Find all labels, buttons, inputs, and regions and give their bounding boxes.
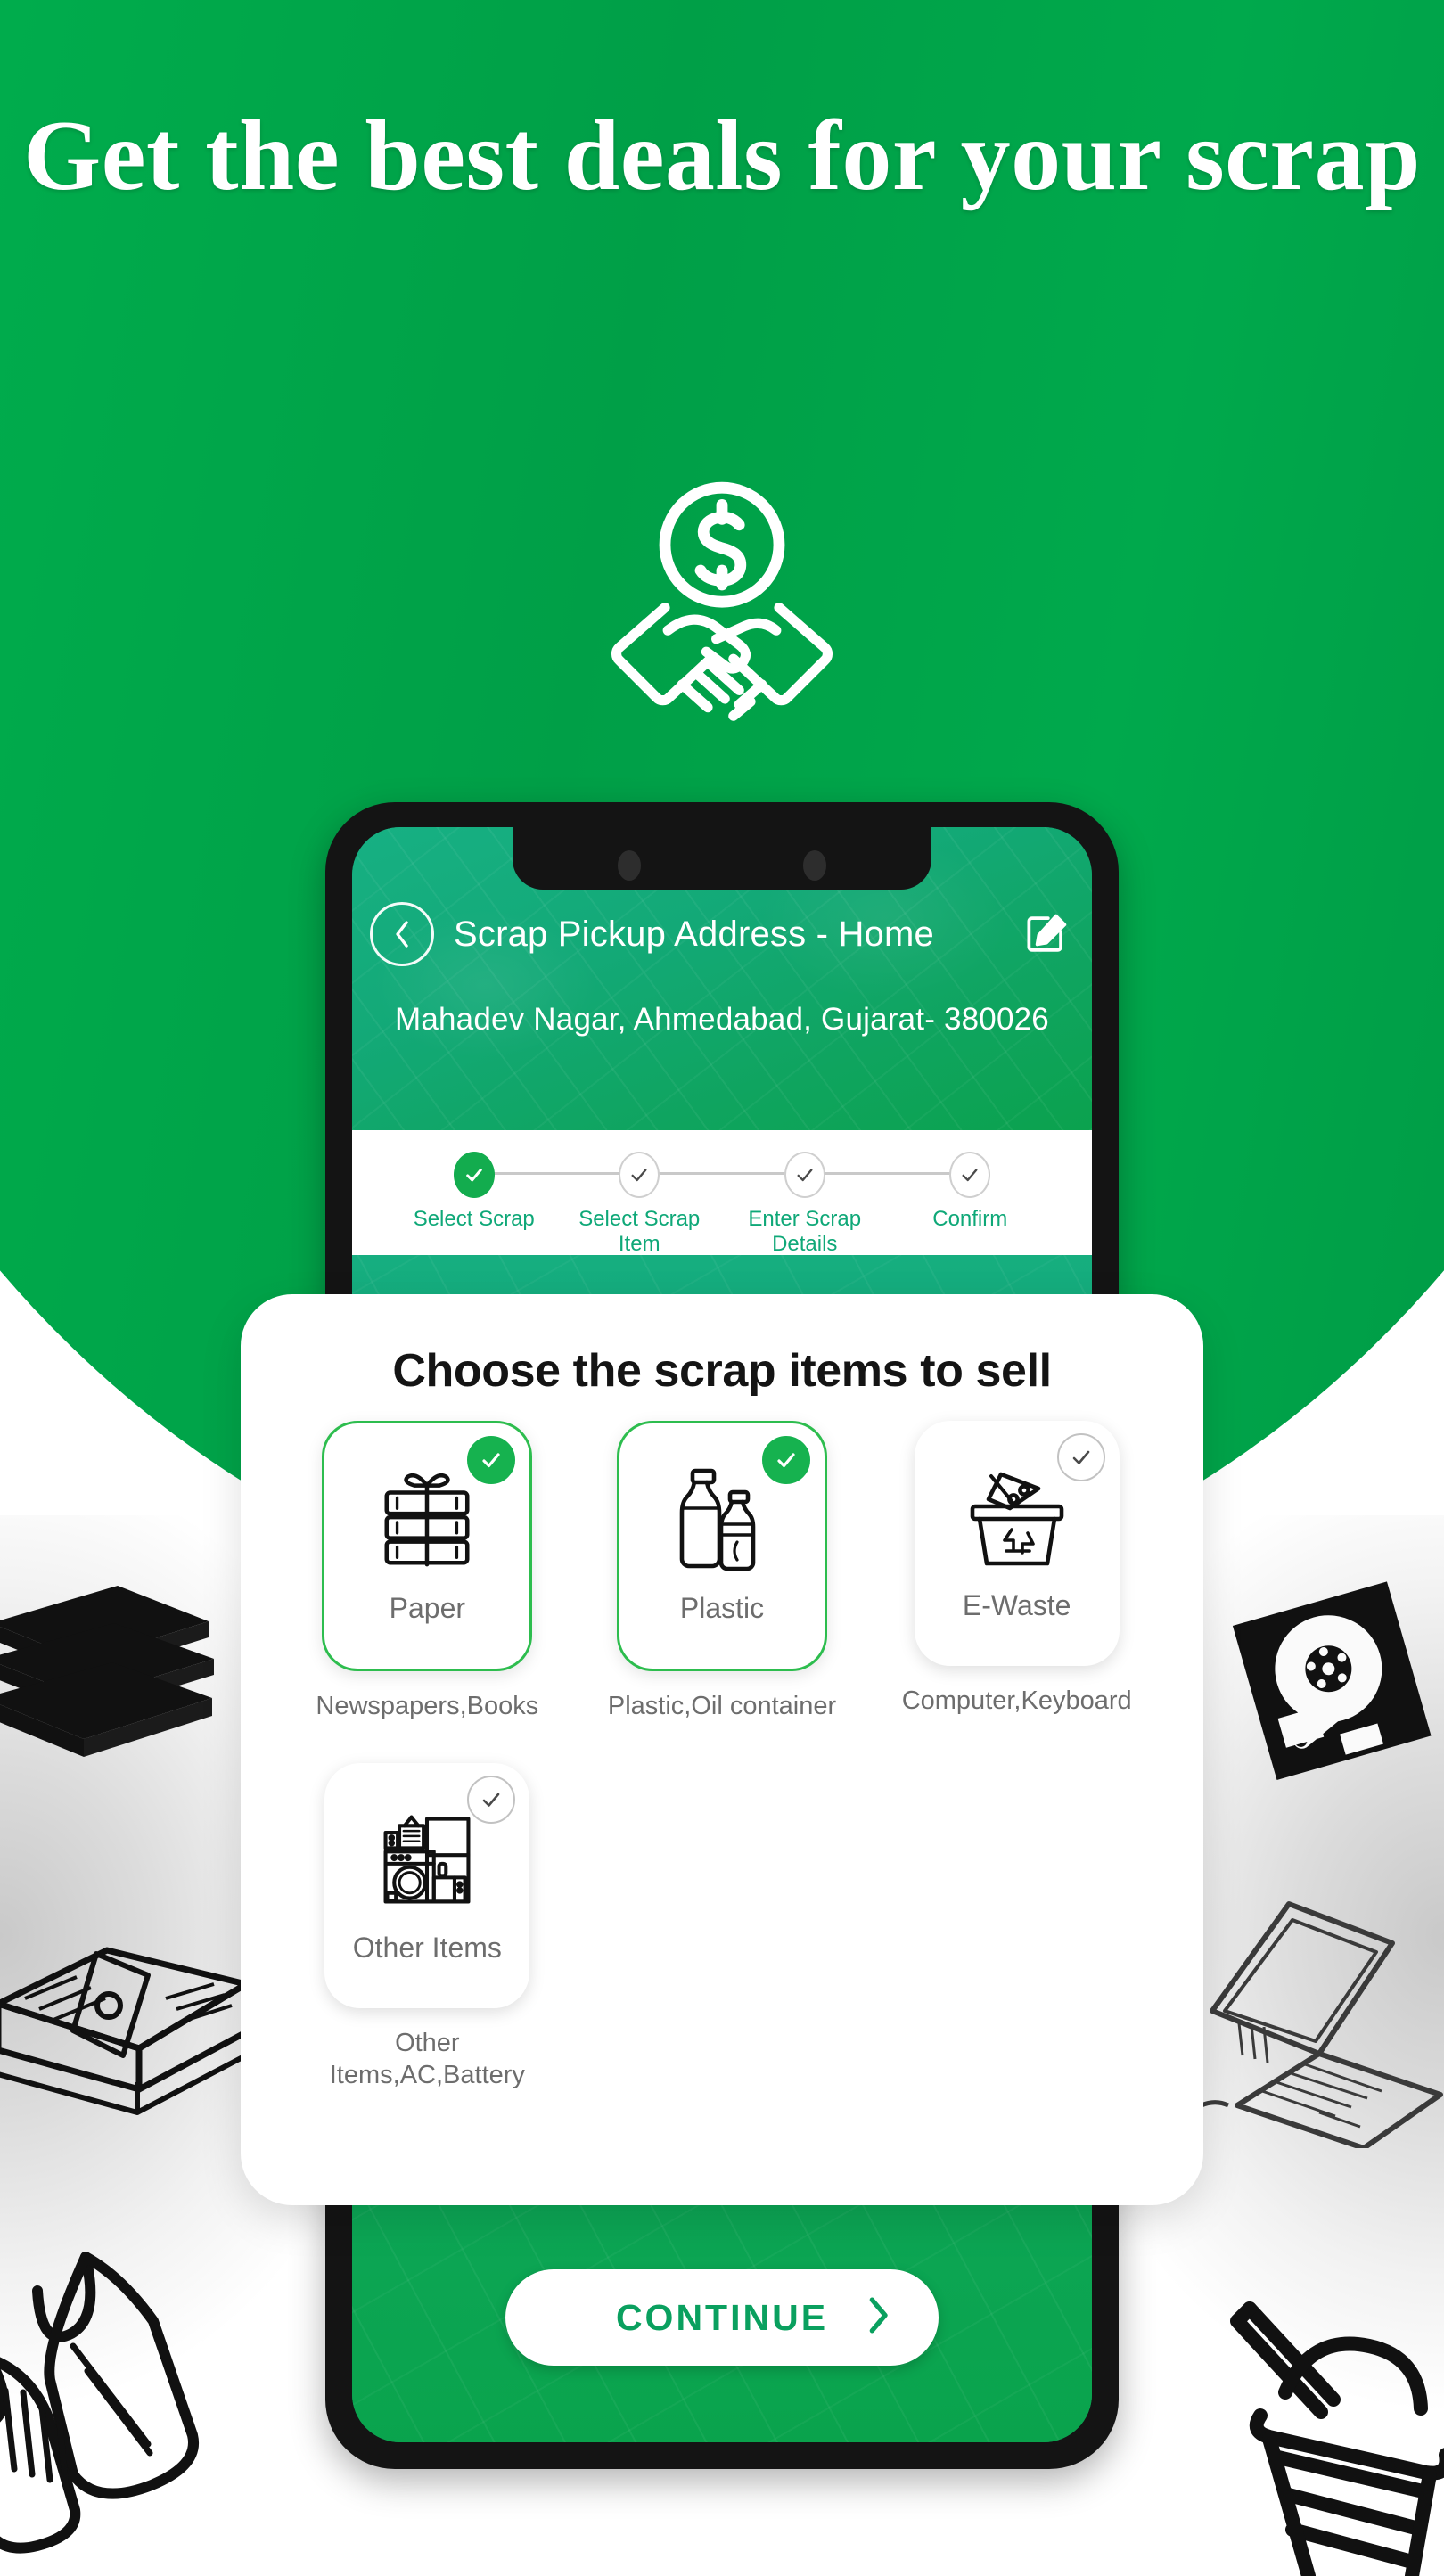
chevron-left-icon [396,921,408,948]
plastic-cup-illustration [1228,2282,1444,2576]
ewaste-bin-icon [962,1459,1072,1577]
stacked-books-icon [374,1462,480,1579]
appliances-icon [373,1801,480,1919]
scrap-item-grid-row-2: Other Items Other Items,AC,Battery [241,1722,1203,2091]
plastic-bottles-icon [673,1462,771,1579]
plastic-bags-illustration [0,2202,255,2558]
scrap-item-card-paper[interactable]: Paper [322,1421,533,1671]
selection-badge[interactable] [1056,1433,1105,1481]
stepper-step-confirm[interactable]: Confirm [888,1152,1054,1256]
scrap-item-cell: Paper Newspapers,Books [280,1421,575,1722]
progress-stepper: Select Scrap Select Scrap Item Enter Scr… [352,1130,1092,1256]
scrap-item-name: E-Waste [962,1589,1071,1621]
scrap-item-bottom-sheet: Choose the scrap items to sell Paper New… [241,1294,1203,2205]
sheet-title: Choose the scrap items to sell [392,1345,1052,1397]
check-icon [465,1169,482,1182]
scrap-item-cell-empty [575,1763,870,2091]
check-icon [631,1169,647,1182]
step-bubble [619,1152,660,1198]
selected-badge[interactable] [467,1436,516,1484]
continue-button-label: CONTINUE [615,2296,829,2338]
scrap-item-name: Other Items [352,1932,502,1965]
check-icon [482,1453,500,1468]
handshake-dollar-icon [575,471,869,756]
page-title: Get the best deals for your scrap [23,101,1421,211]
check-icon [483,1793,500,1808]
stepper-step-enter-scrap-details[interactable]: Enter Scrap Details [722,1152,888,1256]
scrap-item-subtitle: Newspapers,Books [316,1692,539,1720]
pickup-address: Mahadev Nagar, Ahmedabad, Gujarat- 38002… [395,1002,1049,1037]
step-label: Enter Scrap Details [748,1207,862,1256]
stepper-step-select-scrap-item[interactable]: Select Scrap Item [557,1152,723,1256]
edit-address-button[interactable] [1024,912,1069,956]
stacked-books-illustration [0,1573,225,1778]
chevron-right-icon [864,2295,892,2341]
scrap-item-subtitle: Plastic,Oil container [607,1692,837,1720]
continue-button-container: CONTINUE [352,2269,1092,2366]
step-bubble [949,1152,991,1198]
check-icon [797,1169,813,1182]
scrap-item-name: Paper [389,1592,466,1624]
step-bubble [453,1152,495,1198]
floppy-disk-illustration [1219,1569,1442,1792]
step-label: Select Scrap Item [578,1207,701,1256]
phone-notch [513,827,931,890]
scrap-item-cell: E-Waste Computer,Keyboard [869,1421,1164,1722]
scrap-item-name: Plastic [679,1592,765,1624]
scrap-item-card-other-items[interactable]: Other Items [324,1763,530,2009]
step-label: Select Scrap [413,1207,535,1231]
laptop-illustration [1186,1881,1444,2148]
scrap-item-card-plastic[interactable]: Plastic [617,1421,827,1671]
stepper-step-select-scrap[interactable]: Select Scrap [391,1152,557,1256]
front-camera-icon [618,850,641,881]
back-button[interactable] [370,902,434,966]
selected-badge[interactable] [762,1436,810,1484]
stepper-connector [477,1172,967,1175]
scrap-item-cell: Other Items Other Items,AC,Battery [280,1763,575,2091]
newspaper-bundle-illustration [0,1899,258,2121]
scrap-item-cell-empty [869,1763,1164,2091]
scrap-item-grid-row-1: Paper Newspapers,Books Plastic Plastic,O… [241,1398,1203,1722]
app-top-bar: Scrap Pickup Address - Home [352,891,1092,977]
check-icon [1072,1450,1089,1464]
scrap-item-card-ewaste[interactable]: E-Waste [914,1421,1120,1666]
edit-pencil-icon [1027,914,1067,952]
selection-badge[interactable] [467,1776,516,1825]
check-icon [777,1453,795,1468]
check-icon [962,1169,978,1182]
scrap-item-subtitle: Other Items,AC,Battery [329,2029,525,2089]
app-bar-title: Scrap Pickup Address - Home [454,914,934,954]
continue-button[interactable]: CONTINUE [505,2269,939,2366]
scrap-item-subtitle: Computer,Keyboard [901,1686,1132,1715]
scrap-item-cell: Plastic Plastic,Oil container [575,1421,870,1722]
sensor-icon [803,850,826,881]
step-label: Confirm [932,1207,1008,1231]
step-bubble [784,1152,825,1198]
